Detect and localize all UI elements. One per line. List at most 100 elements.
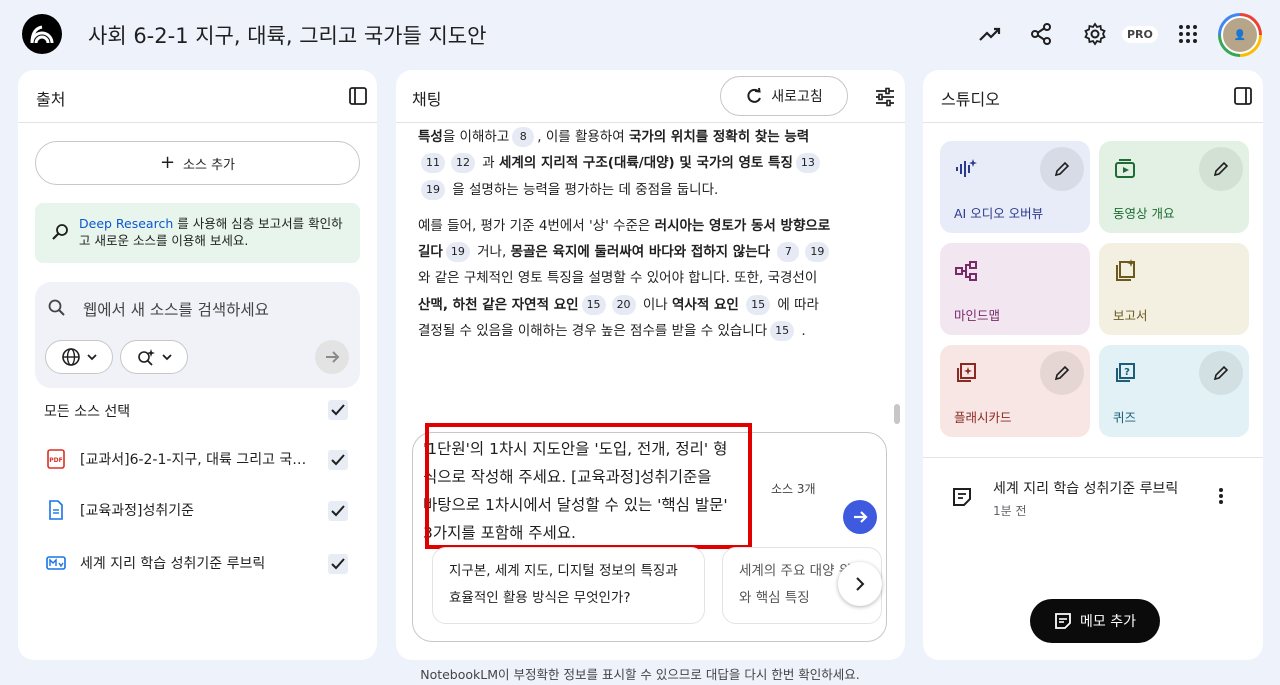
pencil-icon [1054, 365, 1070, 381]
source-item-label: [교육과정]성취기준 [80, 503, 194, 519]
citation-chip[interactable]: 19 [805, 242, 830, 263]
send-message-button[interactable] [843, 500, 877, 534]
citation-chip[interactable]: 8 [512, 127, 535, 147]
checkmark-icon [331, 454, 345, 466]
settings-gear-icon[interactable] [1081, 20, 1109, 48]
studio-divider [923, 457, 1263, 458]
notebooklm-logo-icon[interactable] [22, 14, 62, 54]
pencil-icon [1213, 365, 1229, 381]
text-span: 을 이해하고 [442, 129, 510, 145]
studio-tile-audio-overview[interactable]: AI 오디오 오버뷰 [940, 141, 1090, 233]
citation-chip[interactable]: 19 [445, 242, 470, 263]
source-item[interactable]: PDF [교과서]6-2-1-지구, 대륙 그리고 국가들 [46, 447, 356, 471]
refresh-icon [747, 87, 762, 103]
source-item-checkbox[interactable] [328, 501, 348, 521]
deep-research-link[interactable]: Deep Research [79, 216, 173, 231]
source-item[interactable]: [교육과정]성취기준 [46, 498, 356, 522]
collapse-panel-icon[interactable] [348, 86, 368, 106]
chevron-right-icon [856, 577, 865, 591]
video-play-icon [1115, 159, 1135, 178]
saved-note-item[interactable]: 세계 지리 학습 성취기준 루브릭 1분 전 [941, 474, 1241, 524]
add-memo-button[interactable]: 메모 추가 [1030, 599, 1160, 643]
studio-tile-label: 마인드맵 [954, 308, 1001, 323]
citation-chip[interactable]: 15 [746, 294, 771, 315]
note-icon [953, 488, 971, 506]
magnifier-icon [52, 224, 68, 240]
text-span: , 이를 활용하여 [537, 129, 629, 145]
audio-waveform-icon [956, 159, 977, 177]
citation-chip[interactable]: 13 [795, 153, 820, 174]
studio-tile-report[interactable]: 보고서 [1099, 243, 1249, 335]
add-source-button[interactable]: + 소스 추가 [35, 141, 360, 185]
panel-divider [18, 122, 377, 123]
edit-button[interactable] [1040, 147, 1084, 191]
web-source-type-dropdown[interactable] [45, 340, 113, 374]
checkmark-icon [331, 505, 345, 517]
note-title: 세계 지리 학습 성취기준 루브릭 [993, 481, 1179, 497]
source-item-checkbox[interactable] [328, 450, 348, 470]
note-add-icon [1055, 613, 1071, 629]
suggested-question[interactable]: 지구본, 세계 지도, 디지털 정보의 특징과 효율적인 활용 방식은 무엇인가… [432, 547, 705, 624]
source-item[interactable]: 세계 지리 학습 성취기준 루브릭 [46, 551, 356, 575]
citation-chip[interactable]: 15 [770, 321, 795, 342]
studio-tile-video-overview[interactable]: 동영상 개요 [1099, 141, 1249, 233]
edit-button[interactable] [1199, 147, 1243, 191]
svg-text:PDF: PDF [49, 457, 62, 464]
bold-text: 국가의 위치를 정확히 찾는 능력 [628, 129, 810, 145]
plus-icon: + [159, 152, 176, 173]
notebook-title[interactable]: 사회 6-2-1 지구, 대륙, 그리고 국가들 지도안 [88, 20, 486, 50]
citation-chip[interactable]: 15 [581, 294, 606, 315]
select-all-sources-label: 모든 소스 선택 [44, 404, 131, 420]
collapse-panel-icon[interactable] [1233, 86, 1253, 106]
report-icon [1116, 259, 1135, 281]
chat-response: 특성을 이해하고 8, 이를 활용하여 국가의 위치를 정확히 찾는 능력 11 1… [418, 124, 833, 354]
pencil-icon [1054, 161, 1070, 177]
pencil-icon [1213, 161, 1229, 177]
deep-research-banner: Deep Research 를 사용해 심층 보고서를 확인하고 새로운 소스를… [35, 203, 360, 263]
web-source-search: 웹에서 새 소스를 검색하세요 [35, 282, 360, 388]
text-span: 예를 들어, 평가 기준 4번에서 '상' 수준은 [418, 217, 655, 234]
apps-grid-icon[interactable] [1174, 20, 1202, 48]
studio-tile-mind-map[interactable]: 마인드맵 [940, 243, 1090, 335]
studio-tile-quiz[interactable]: ? 퀴즈 [1099, 345, 1249, 437]
more-options-button[interactable] [1209, 484, 1233, 508]
citation-chip[interactable]: 11 [421, 153, 445, 174]
share-icon[interactable] [1027, 20, 1055, 48]
chat-scrollbar[interactable] [894, 404, 900, 424]
web-search-input[interactable]: 웹에서 새 소스를 검색하세요 [83, 298, 269, 320]
panel-divider [923, 122, 1263, 123]
research-mode-dropdown[interactable] [120, 340, 188, 374]
search-submit-button[interactable] [315, 340, 349, 374]
quiz-icon: ? [1116, 363, 1135, 382]
citation-chip[interactable]: 19 [421, 179, 445, 200]
next-suggestions-button[interactable] [838, 562, 882, 606]
markdown-icon [46, 556, 66, 570]
source-item-checkbox[interactable] [328, 554, 348, 574]
select-all-checkbox[interactable] [328, 400, 348, 420]
text-span: 이나 [638, 296, 672, 313]
bold-text: 몽골은 육지에 둘러싸여 바다와 접하지 않는다 [510, 244, 771, 261]
analytics-icon[interactable] [976, 20, 1004, 48]
citation-chip[interactable]: 7 [777, 242, 800, 263]
studio-tile-label: 보고서 [1113, 308, 1148, 323]
citation-chip[interactable]: 20 [611, 294, 636, 315]
highlight-annotation-box [425, 423, 752, 549]
bold-text: 산맥, 하천 같은 자연적 요인 [418, 296, 579, 313]
studio-tile-flashcards[interactable]: 플래시카드 [940, 345, 1090, 437]
bold-text: 역사적 요인 [672, 296, 739, 313]
chevron-down-icon [87, 354, 97, 361]
checkmark-icon [331, 558, 345, 570]
refresh-button[interactable]: 새로고침 [720, 76, 848, 116]
avatar-image: 👤 [1221, 16, 1259, 54]
add-source-label: 소스 추가 [183, 157, 236, 173]
top-bar: 사회 6-2-1 지구, 대륙, 그리고 국가들 지도안 PRO 👤 [0, 0, 1280, 70]
citation-chip[interactable]: 12 [451, 153, 475, 174]
chevron-down-icon [162, 354, 172, 361]
user-avatar[interactable]: 👤 [1218, 13, 1262, 57]
text-span: 을 설명하는 능력을 평가하는 데 중점을 둡니다. [448, 181, 719, 198]
studio-tile-label: 퀴즈 [1113, 410, 1137, 425]
edit-button[interactable] [1040, 351, 1084, 395]
pdf-icon: PDF [47, 449, 65, 469]
edit-button[interactable] [1199, 351, 1243, 395]
chat-settings-tune-icon[interactable] [874, 86, 896, 108]
